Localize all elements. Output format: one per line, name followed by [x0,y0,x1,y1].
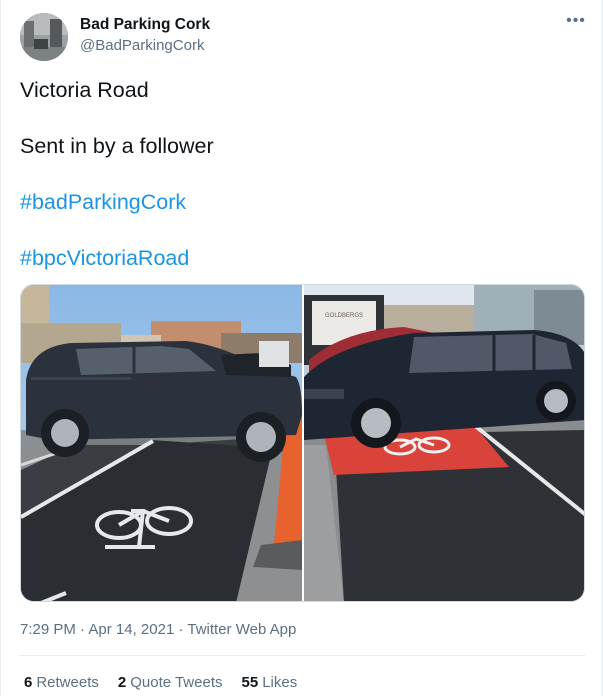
tweet-card: Bad Parking Cork @BadParkingCork ••• Vic… [0,0,603,696]
tweet-photo-left[interactable] [21,285,302,601]
tweet-line: Sent in by a follower [20,134,214,158]
tweet-line: Victoria Road [20,78,149,102]
retweets-stat[interactable]: 6 Retweets [24,674,99,691]
more-horizontal-icon[interactable]: ••• [563,8,589,34]
divider [20,655,585,656]
user-handle[interactable]: @BadParkingCork [80,37,204,54]
display-name[interactable]: Bad Parking Cork [80,16,210,34]
hashtag-link[interactable]: #badParkingCork [20,190,186,214]
retweets-count: 6 [24,674,33,691]
quote-tweets-label: Quote Tweets [130,674,223,691]
tweet-text: Victoria Road Sent in by a follower #bad… [20,76,580,300]
likes-label: Likes [262,674,298,691]
tweet-date[interactable]: Apr 14, 2021 [88,621,174,638]
avatar[interactable] [20,13,68,61]
separator: · [80,621,86,638]
tweet-photo-right[interactable]: GOLDBERGS [304,285,584,601]
likes-count: 55 [241,674,259,691]
goldbergs-sign: GOLDBERGS [325,313,363,319]
quote-tweets-count: 2 [117,674,127,691]
tweet-stats: 6 Retweets 2 Quote Tweets 55 Likes [24,674,297,691]
separator: · [178,621,184,638]
hashtag-link[interactable]: #bpcVictoriaRoad [20,246,189,270]
source-app[interactable]: Twitter Web App [187,621,296,638]
tweet-meta: 7:29 PM · Apr 14, 2021 · Twitter Web App [20,621,296,638]
quote-tweets-stat[interactable]: 2 Quote Tweets [118,674,223,691]
tweet-time[interactable]: 7:29 PM [20,621,76,638]
likes-stat[interactable]: 55 Likes [242,674,298,691]
retweets-label: Retweets [36,674,99,691]
media-grid: GOLDBERGS [20,284,585,602]
